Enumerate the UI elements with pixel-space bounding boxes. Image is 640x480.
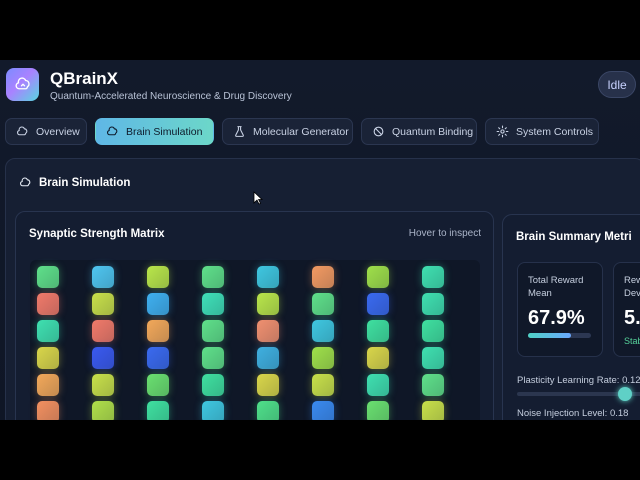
tab-label: System Controls: [516, 125, 594, 138]
summary-title: Brain Summary Metri: [516, 231, 632, 243]
brain-icon: [106, 125, 119, 138]
brain-icon: [20, 177, 31, 187]
tab-label: Brain Simulation: [126, 125, 203, 138]
synapse-cell[interactable]: [92, 374, 114, 396]
noise-slider-label: Noise Injection Level: 0.18: [517, 408, 629, 419]
app-title: QBrainX: [50, 69, 119, 88]
tab-quantum-binding[interactable]: Quantum Binding: [361, 118, 477, 145]
synapse-cell[interactable]: [257, 374, 279, 396]
matrix-title: Synaptic Strength Matrix: [29, 228, 165, 240]
synaptic-matrix-grid[interactable]: [30, 260, 480, 420]
app-subtitle: Quantum-Accelerated Neuroscience & Drug …: [50, 91, 292, 102]
metric-reward-deviation: Rew Devi 5. Stab: [613, 262, 640, 357]
tab-brain-simulation[interactable]: Brain Simulation: [95, 118, 214, 145]
synapse-cell[interactable]: [312, 293, 334, 315]
synapse-cell[interactable]: [202, 293, 224, 315]
synapse-cell[interactable]: [92, 266, 114, 288]
synapse-cell[interactable]: [92, 347, 114, 369]
section-title: Brain Simulation: [19, 176, 130, 189]
matrix-hint: Hover to inspect: [408, 228, 481, 239]
metric-label-line2: Devi: [624, 288, 640, 299]
plasticity-slider[interactable]: [517, 387, 640, 401]
synapse-cell[interactable]: [37, 401, 59, 420]
synapse-cell[interactable]: [367, 347, 389, 369]
synapse-cell[interactable]: [422, 293, 444, 315]
synapse-cell[interactable]: [147, 347, 169, 369]
synapse-cell[interactable]: [312, 266, 334, 288]
tab-molecular-generator[interactable]: Molecular Generator: [222, 118, 353, 145]
status-badge[interactable]: Idle: [598, 71, 636, 98]
metric-note: Stab: [624, 336, 640, 346]
synapse-cell[interactable]: [37, 347, 59, 369]
plasticity-slider-label: Plasticity Learning Rate: 0.120: [517, 375, 640, 386]
metric-progress-fill: [528, 333, 571, 338]
synapse-cell[interactable]: [367, 266, 389, 288]
slider-thumb[interactable]: [618, 387, 632, 401]
section-title-text: Brain Simulation: [39, 176, 131, 189]
metric-value: 67.9%: [528, 307, 585, 329]
metric-label-line1: Rew: [624, 275, 640, 286]
metric-label: Rew Devi: [624, 274, 640, 300]
tab-label: Quantum Binding: [392, 125, 474, 138]
mouse-cursor-icon: [253, 191, 263, 205]
flask-icon: [233, 125, 246, 138]
synapse-cell[interactable]: [37, 293, 59, 315]
tab-label: Molecular Generator: [253, 125, 349, 138]
synapse-cell[interactable]: [202, 347, 224, 369]
synapse-cell[interactable]: [367, 401, 389, 420]
brain-icon: [16, 125, 29, 138]
tab-system-controls[interactable]: System Controls: [485, 118, 599, 145]
metric-label: Total Reward Mean: [528, 274, 583, 300]
tab-overview[interactable]: Overview: [5, 118, 87, 145]
synapse-cell[interactable]: [37, 266, 59, 288]
metric-value: 5.: [624, 307, 640, 329]
synapse-cell[interactable]: [202, 374, 224, 396]
synapse-cell[interactable]: [92, 293, 114, 315]
tab-label: Overview: [36, 125, 80, 138]
synapse-cell[interactable]: [202, 320, 224, 342]
synapse-cell[interactable]: [257, 320, 279, 342]
synapse-cell[interactable]: [202, 401, 224, 420]
synapse-cell[interactable]: [312, 320, 334, 342]
synapse-cell[interactable]: [422, 374, 444, 396]
synapse-cell[interactable]: [422, 401, 444, 420]
metric-label-line1: Total Reward: [528, 275, 584, 286]
metric-total-reward: Total Reward Mean 67.9%: [517, 262, 603, 357]
brain-summary-card: Brain Summary Metri Total Reward Mean 67…: [502, 214, 640, 420]
brain-simulation-panel: Brain Simulation Synaptic Strength Matri…: [5, 158, 640, 420]
synapse-cell[interactable]: [422, 320, 444, 342]
synapse-cell[interactable]: [147, 320, 169, 342]
synapse-cell[interactable]: [257, 401, 279, 420]
logo: [6, 68, 39, 101]
synapse-cell[interactable]: [422, 266, 444, 288]
synapse-cell[interactable]: [147, 374, 169, 396]
synaptic-matrix-card: Synaptic Strength Matrix Hover to inspec…: [15, 211, 494, 420]
synapse-cell[interactable]: [92, 401, 114, 420]
synapse-cell[interactable]: [257, 266, 279, 288]
synapse-cell[interactable]: [367, 374, 389, 396]
gear-icon: [496, 125, 509, 138]
synapse-cell[interactable]: [367, 293, 389, 315]
synapse-cell[interactable]: [422, 347, 444, 369]
metric-progress-bar: [528, 333, 591, 338]
synapse-cell[interactable]: [257, 347, 279, 369]
synapse-cell[interactable]: [312, 401, 334, 420]
atom-icon: [372, 125, 385, 138]
synapse-cell[interactable]: [202, 266, 224, 288]
synapse-cell[interactable]: [37, 320, 59, 342]
synapse-cell[interactable]: [147, 293, 169, 315]
synapse-cell[interactable]: [367, 320, 389, 342]
synapse-cell[interactable]: [257, 293, 279, 315]
brain-icon: [15, 76, 30, 89]
synapse-cell[interactable]: [312, 347, 334, 369]
app-window: QBrainX Quantum-Accelerated Neuroscience…: [0, 60, 640, 420]
synapse-cell[interactable]: [147, 401, 169, 420]
synapse-cell[interactable]: [312, 374, 334, 396]
synapse-cell[interactable]: [37, 374, 59, 396]
metric-label-line2: Mean: [528, 288, 552, 299]
synapse-cell[interactable]: [147, 266, 169, 288]
synapse-cell[interactable]: [92, 320, 114, 342]
